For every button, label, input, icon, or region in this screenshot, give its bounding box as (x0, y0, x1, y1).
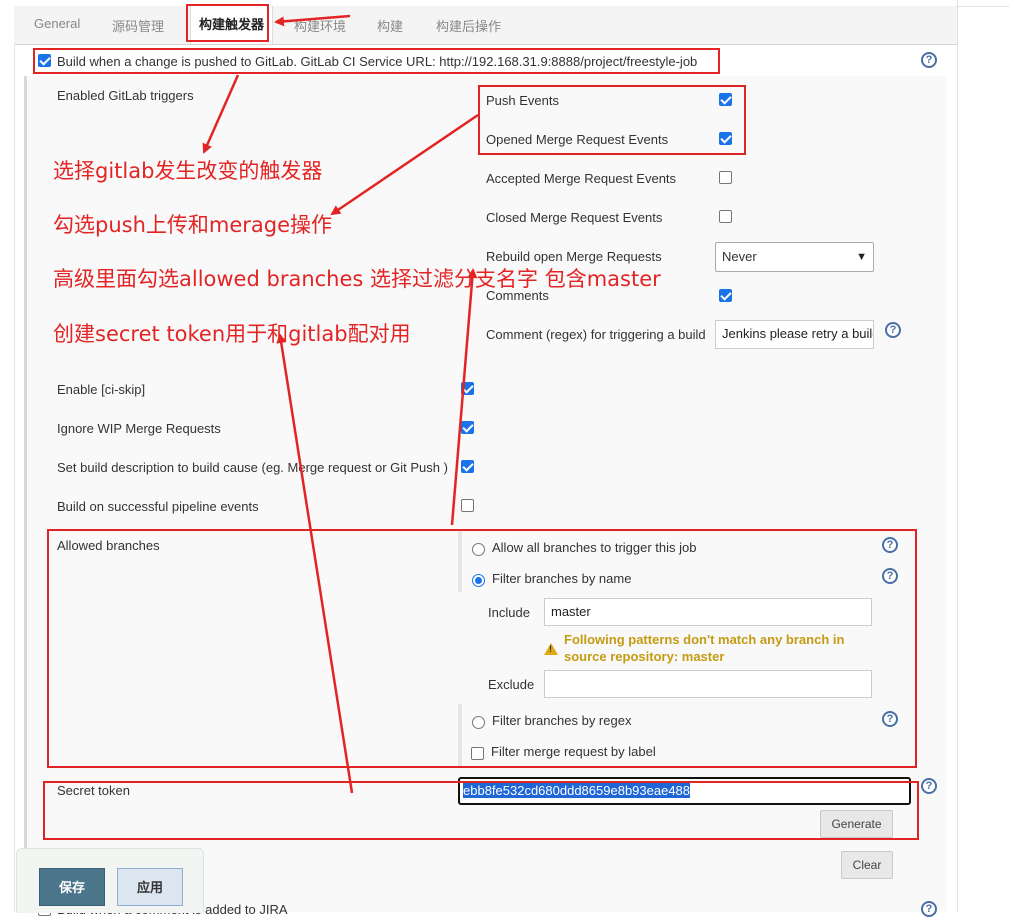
tab-build[interactable]: 构建 (377, 16, 403, 35)
annotation-text-4: 创建secret token用于和gitlab配对用 (53, 322, 411, 346)
right-edge (957, 0, 958, 912)
annotation-text-1: 选择gitlab发生改变的触发器 (53, 159, 323, 183)
enabled-triggers-label: Enabled GitLab triggers (57, 88, 194, 103)
comment-regex-input[interactable]: Jenkins please retry a build (715, 320, 874, 349)
tab-general[interactable]: General (34, 16, 80, 31)
help-icon[interactable]: ? (921, 778, 937, 794)
ignore-wip-label: Ignore WIP Merge Requests (57, 421, 221, 436)
ci-skip-label: Enable [ci-skip] (57, 382, 146, 397)
annotation-box-gitlab-trigger (33, 48, 720, 74)
ci-skip-checkbox[interactable] (461, 382, 474, 395)
save-button[interactable]: 保存 (39, 868, 105, 906)
accepted-mr-checkbox[interactable] (719, 171, 732, 184)
chevron-down-icon: ▼ (856, 251, 867, 263)
pipeline-events-checkbox[interactable] (461, 499, 474, 512)
tab-source-control[interactable]: 源码管理 (112, 16, 164, 35)
pipeline-events-label: Build on successful pipeline events (57, 499, 259, 514)
comment-regex-label: Comment (regex) for triggering a build (486, 327, 706, 342)
clear-button[interactable]: Clear (841, 851, 893, 879)
set-description-label: Set build description to build cause (eg… (57, 460, 448, 475)
annotation-box-tab (186, 4, 269, 42)
closed-mr-label: Closed Merge Request Events (486, 210, 663, 225)
accepted-mr-label: Accepted Merge Request Events (486, 171, 677, 186)
tab-bar: General 源码管理 构建触发器 构建环境 构建 构建后操作 (14, 6, 958, 45)
ignore-wip-checkbox[interactable] (461, 421, 474, 434)
tab-post-build[interactable]: 构建后操作 (436, 16, 501, 35)
set-description-checkbox[interactable] (461, 460, 474, 473)
rebuild-select-value: Never (722, 249, 757, 264)
tab-build-environment[interactable]: 构建环境 (294, 16, 346, 35)
apply-button[interactable]: 应用 (117, 868, 183, 906)
closed-mr-checkbox[interactable] (719, 210, 732, 223)
annotation-text-3: 高级里面勾选allowed branches 选择过滤分支名字 包含master (53, 267, 661, 291)
annotation-box-push-merge (478, 85, 746, 155)
comments-checkbox[interactable] (719, 289, 732, 302)
rebuild-open-mr-label: Rebuild open Merge Requests (486, 249, 662, 264)
section-indent-bar (24, 76, 27, 912)
help-icon[interactable]: ? (921, 52, 937, 68)
annotation-box-secret-token (43, 781, 919, 840)
left-edge (14, 44, 15, 912)
help-icon[interactable]: ? (885, 322, 901, 338)
annotation-box-allowed-branches (47, 529, 917, 768)
top-rule (958, 6, 1009, 7)
annotation-text-2: 勾选push上传和merage操作 (53, 213, 333, 237)
help-icon[interactable]: ? (921, 901, 937, 917)
rebuild-open-mr-select[interactable]: Never ▼ (715, 242, 874, 272)
